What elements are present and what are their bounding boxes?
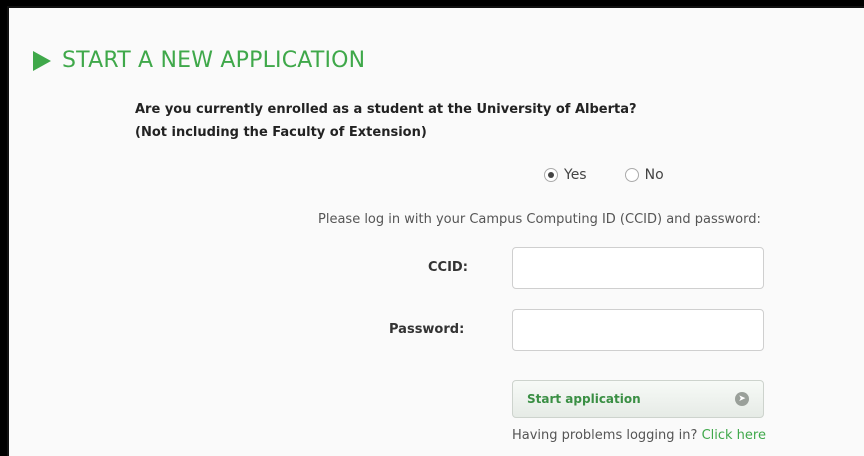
ccid-label: CCID: bbox=[428, 260, 468, 275]
radio-yes[interactable] bbox=[544, 168, 558, 182]
question-line-1: Are you currently enrolled as a student … bbox=[135, 102, 637, 117]
password-label: Password: bbox=[389, 322, 465, 337]
section-header: START A NEW APPLICATION bbox=[33, 48, 365, 73]
arrow-right-circle-icon: ➤ bbox=[735, 392, 749, 406]
radio-no-label[interactable]: No bbox=[645, 167, 664, 183]
login-instructions: Please log in with your Campus Computing… bbox=[318, 212, 761, 227]
play-icon bbox=[33, 50, 51, 71]
password-input[interactable] bbox=[512, 309, 764, 351]
start-application-button[interactable]: Start application ➤ bbox=[512, 380, 764, 418]
login-help-text: Having problems logging in? bbox=[512, 428, 702, 443]
enrollment-question: Are you currently enrolled as a student … bbox=[135, 98, 637, 144]
login-help: Having problems logging in? Click here bbox=[512, 428, 766, 443]
radio-no[interactable] bbox=[624, 168, 639, 182]
radio-yes-label[interactable]: Yes bbox=[564, 167, 587, 183]
click-here-link[interactable]: Click here bbox=[702, 428, 766, 443]
section-title: START A NEW APPLICATION bbox=[62, 48, 366, 73]
question-line-2: (Not including the Faculty of Extension) bbox=[135, 125, 427, 140]
enrollment-radio-group: Yes No bbox=[544, 167, 702, 183]
ccid-input[interactable] bbox=[512, 247, 764, 289]
start-application-label: Start application bbox=[527, 392, 641, 406]
